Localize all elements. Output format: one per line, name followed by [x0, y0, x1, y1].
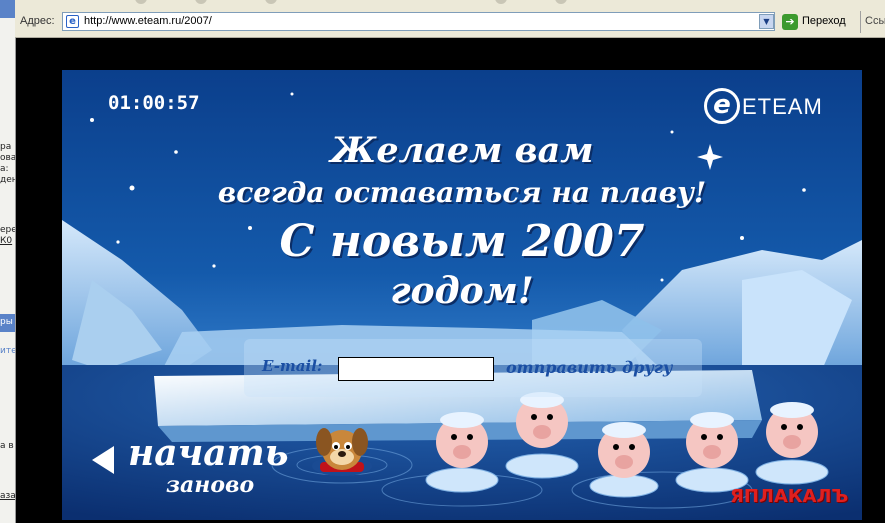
email-input[interactable]: [338, 357, 494, 381]
eteam-wordmark: ETEAM: [742, 94, 823, 119]
address-input[interactable]: e http://www.eteam.ru/2007/: [62, 12, 775, 31]
restart-label-line1: начать: [128, 432, 289, 474]
address-url: http://www.eteam.ru/2007/: [84, 15, 212, 27]
go-button[interactable]: ➔ Переход: [782, 13, 862, 32]
greeting-line-3: С новым 2007: [279, 216, 645, 267]
address-label: Адрес:: [20, 15, 55, 27]
back-arrow-icon: [92, 446, 114, 474]
send-to-friend-button[interactable]: отправить другу: [506, 358, 672, 377]
restart-label-line2: заново: [166, 472, 255, 498]
email-form: E-mail: отправить другу: [244, 339, 702, 397]
toolbar-icons: [35, 0, 635, 4]
links-label[interactable]: Ссы: [865, 15, 885, 27]
left-fragment: ите: [0, 346, 16, 356]
left-fragment: ры: [0, 317, 13, 327]
window-icon: [0, 0, 15, 18]
left-fragment: ра: [0, 142, 12, 152]
left-fragment: ден: [0, 175, 16, 185]
go-arrow-icon: ➔: [782, 14, 798, 30]
greeting-line-4: годом!: [390, 270, 534, 312]
background-window-strip: ра ова а: ден еред К0 ры ите а в аза: [0, 0, 16, 523]
eteam-logo-icon: e: [704, 88, 740, 124]
restart-button[interactable]: начать заново: [92, 432, 288, 502]
left-fragment: а:: [0, 164, 9, 174]
greeting-line-1: Желаем вам: [330, 130, 594, 171]
page-icon: e: [66, 15, 79, 28]
left-fragment: еред: [0, 225, 15, 235]
left-fragment: ова: [0, 153, 16, 163]
watermark-text: ЯПЛАКАЛЪ: [730, 486, 849, 507]
eteam-logo[interactable]: e ETEAM: [702, 88, 842, 128]
email-label: E-mail:: [262, 357, 323, 375]
watermark: ЯПЛАКАЛЪ: [730, 486, 848, 507]
left-fragment: а в: [0, 441, 14, 451]
address-dropdown-button[interactable]: ▼: [759, 14, 774, 29]
go-button-label: Переход: [802, 15, 846, 27]
countdown-timer: 01:00:57: [108, 92, 200, 114]
toolbar-divider: [860, 11, 861, 33]
greeting-line-2: всегда оставаться на плаву!: [217, 176, 707, 209]
greeting-card[interactable]: 01:00:57 e ETEAM Желаем вам всегда остав…: [62, 70, 862, 520]
left-fragment[interactable]: аза: [0, 491, 15, 501]
left-fragment[interactable]: К0: [0, 236, 12, 246]
dog-character: [312, 428, 372, 476]
address-toolbar: Адрес: e http://www.eteam.ru/2007/ ▼ ➔ П…: [15, 0, 885, 38]
